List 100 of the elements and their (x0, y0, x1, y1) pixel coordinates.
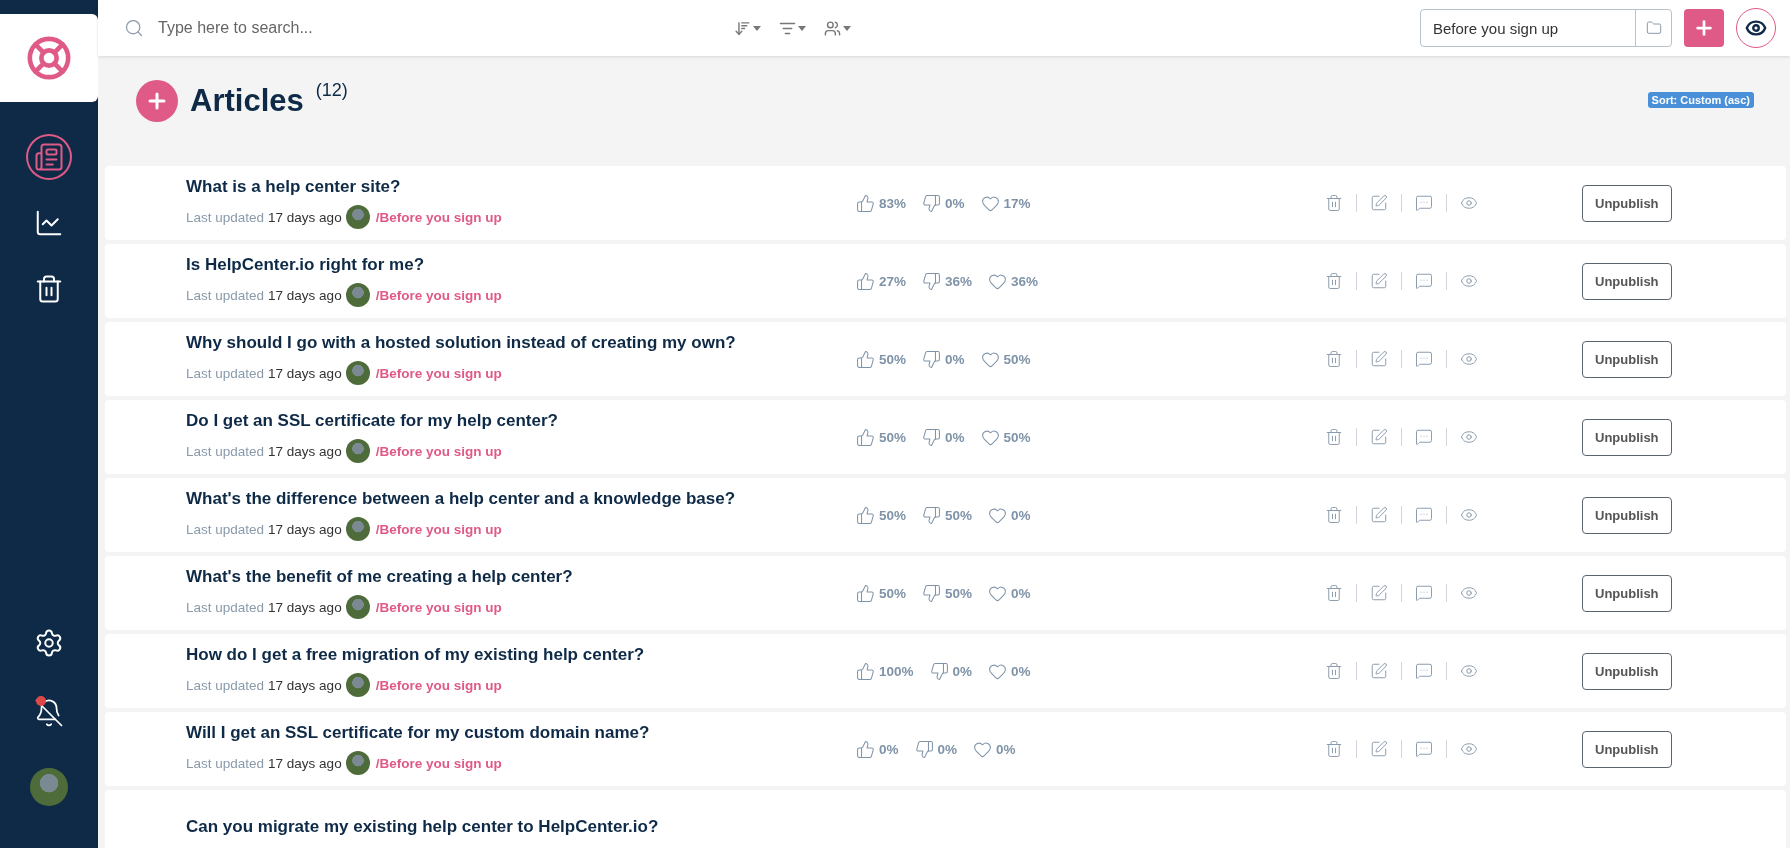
preview-button[interactable] (1736, 8, 1776, 48)
caret-icon (798, 25, 806, 31)
thumbs-up-icon (856, 349, 875, 369)
unpublish-button[interactable]: Unpublish (1582, 496, 1672, 534)
updated-label: Last updated (186, 209, 265, 225)
add-button[interactable] (1684, 9, 1724, 47)
updated-label: Last updated (186, 443, 265, 459)
trash-icon (1325, 662, 1343, 680)
article-row[interactable]: What's the benefit of me creating a help center? Last updated 17 days ago /Before you sign up 50% 50% 0% Unpublish (105, 556, 1786, 630)
category-link[interactable]: /Before you sign up (375, 677, 502, 693)
article-row[interactable]: What's the difference between a help center and a knowledge base? Last updated 17 days ago /Before you sign up 50% 50% 0% Unpublish (105, 478, 1786, 552)
author-avatar (345, 283, 370, 307)
dislike-percent: 36% (945, 273, 973, 289)
category-link[interactable]: /Before you sign up (375, 755, 502, 771)
comment-icon (1415, 428, 1433, 446)
love-percent: 0% (996, 741, 1016, 757)
unpublish-button[interactable]: Unpublish (1582, 574, 1672, 612)
like-percent: 50% (879, 507, 907, 523)
updated-label: Last updated (186, 755, 265, 771)
category-link[interactable]: /Before you sign up (375, 287, 502, 303)
pencil-icon (1370, 350, 1388, 368)
love-percent: 50% (1003, 351, 1031, 367)
thumbs-up-icon (856, 583, 875, 603)
updated-time: 17 days ago (268, 677, 342, 693)
thumbs-down-icon (929, 661, 949, 681)
thumbs-up-icon (856, 193, 875, 213)
article-title: Will I get an SSL certificate for my custom domain name? (186, 723, 651, 743)
category-link[interactable]: /Before you sign up (375, 521, 502, 537)
author-avatar (345, 517, 370, 541)
users-icon (824, 19, 841, 37)
unpublish-button[interactable]: Unpublish (1582, 730, 1672, 768)
article-title: What is a help center site? (186, 177, 402, 197)
unpublish-button[interactable]: Unpublish (1582, 652, 1672, 690)
updated-time: 17 days ago (268, 443, 342, 459)
unpublish-button[interactable]: Unpublish (1582, 418, 1672, 456)
like-percent: 100% (879, 663, 914, 679)
thumbs-up-icon (856, 739, 875, 759)
comment-icon (1415, 350, 1433, 368)
thumbs-up-icon (856, 427, 875, 447)
settings-icon (34, 628, 64, 658)
dislike-percent: 0% (945, 351, 965, 367)
updated-time: 17 days ago (268, 521, 342, 537)
add-article-button[interactable] (136, 80, 178, 122)
love-percent: 0% (1011, 585, 1031, 601)
pencil-icon (1370, 584, 1388, 602)
comment-icon (1415, 506, 1433, 524)
caret-icon (843, 25, 851, 31)
love-percent: 36% (1011, 273, 1039, 289)
pencil-icon (1370, 194, 1388, 212)
article-row[interactable]: How do I get a free migration of my existing help center? Last updated 17 days ago /Before you sign up 100% 0% 0% Unpublish (105, 634, 1786, 708)
eye-icon (1460, 428, 1478, 446)
trash-icon (1325, 272, 1343, 290)
article-title: What's the difference between a help center and a knowledge base? (186, 489, 737, 509)
category-input[interactable]: Before you sign up (1421, 10, 1635, 46)
article-row[interactable]: Will I get an SSL certificate for my custom domain name? Last updated 17 days ago /Before you sign up 0% 0% 0% Unpublish (105, 712, 1786, 786)
comment-icon (1415, 584, 1433, 602)
category-link[interactable]: /Before you sign up (375, 209, 502, 225)
eye-icon (1460, 662, 1478, 680)
like-percent: 50% (879, 585, 907, 601)
logo[interactable] (0, 14, 98, 102)
pencil-icon (1370, 428, 1388, 446)
unpublish-button[interactable]: Unpublish (1582, 184, 1672, 222)
dislike-percent: 0% (945, 195, 965, 211)
article-row[interactable]: Is HelpCenter.io right for me? Last updated 17 days ago /Before you sign up 27% 36% 36% Unpublish (105, 244, 1786, 318)
like-percent: 50% (879, 429, 907, 445)
pencil-icon (1370, 662, 1388, 680)
like-percent: 50% (879, 351, 907, 367)
thumbs-down-icon (922, 427, 942, 447)
eye-icon (1460, 194, 1478, 212)
updated-label: Last updated (186, 365, 265, 381)
article-row[interactable]: Do I get an SSL certificate for my help center? Last updated 17 days ago /Before you sign up 50% 0% 50% Unpublish (105, 400, 1786, 474)
category-link[interactable]: /Before you sign up (375, 599, 502, 615)
like-percent: 0% (879, 741, 899, 757)
article-row[interactable]: What is a help center site? Last updated 17 days ago /Before you sign up 83% 0% 17% Unpublish (105, 166, 1786, 240)
heart-icon (980, 349, 1000, 369)
author-avatar (345, 439, 370, 463)
article-title: Is HelpCenter.io right for me? (186, 255, 426, 275)
author-avatar (345, 751, 370, 775)
updated-time: 17 days ago (268, 209, 342, 225)
dislike-percent: 0% (952, 663, 973, 679)
trash-icon (1325, 350, 1343, 368)
updated-time: 17 days ago (268, 287, 342, 303)
heart-icon (973, 739, 993, 759)
sort-icon (734, 19, 751, 37)
category-link[interactable]: /Before you sign up (375, 365, 502, 381)
dislike-percent: 50% (945, 507, 973, 523)
article-row[interactable]: Can you migrate my existing help center to HelpCenter.io? (105, 790, 1786, 848)
love-percent: 0% (1011, 507, 1031, 523)
unpublish-button[interactable]: Unpublish (1582, 262, 1672, 300)
trash-icon (34, 274, 64, 304)
unpublish-button[interactable]: Unpublish (1582, 340, 1672, 378)
dislike-percent: 0% (945, 429, 965, 445)
category-field[interactable]: Before you sign up (1420, 9, 1672, 47)
love-percent: 17% (1003, 195, 1031, 211)
author-avatar (345, 595, 370, 619)
like-percent: 27% (879, 273, 907, 289)
category-link[interactable]: /Before you sign up (375, 443, 502, 459)
article-title: Can you migrate my existing help center to HelpCenter.io? (186, 817, 660, 837)
article-row[interactable]: Why should I go with a hosted solution instead of creating my own? Last updated 17 days ago /Before you sign up 50% 0% 50% Unpublish (105, 322, 1786, 396)
thumbs-down-icon (922, 349, 942, 369)
